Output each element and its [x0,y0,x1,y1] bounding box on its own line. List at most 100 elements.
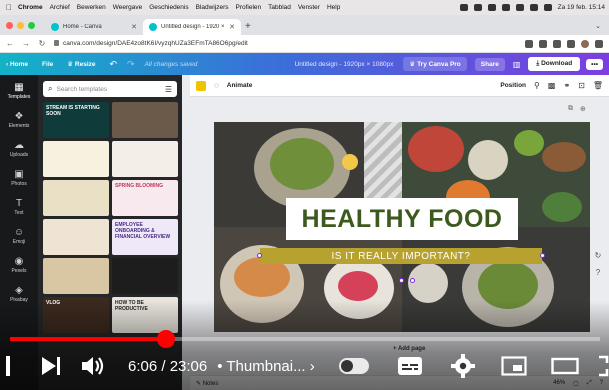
status-icon[interactable] [501,4,510,11]
home-button[interactable]: ‹ Home [6,61,28,68]
download-button[interactable]: ⤓ Download [528,57,581,71]
wifi-icon[interactable] [515,4,524,11]
rotate-handle[interactable] [399,278,404,283]
rail-item-emoji[interactable]: ☺ Emoji [13,226,26,245]
settings-gear-icon[interactable] [450,354,475,378]
filter-icon[interactable]: ☰ [165,85,172,94]
template-thumbnail[interactable]: EMPLOYEE ONBOARDING & FINANCIAL OVERVIEW [112,219,178,255]
subline-textbox[interactable]: IS IT REALLY IMPORTANT? [260,248,542,264]
extension-icon[interactable] [553,39,561,48]
template-thumbnail[interactable]: VLOG [43,297,109,333]
tab-search-chevron-icon[interactable]: ⌄ [595,19,601,35]
menu-venster[interactable]: Venster [298,4,320,11]
duplicate-page-icon[interactable]: ⧉ [568,105,573,113]
template-thumbnail[interactable] [112,102,178,138]
volume-icon[interactable] [80,355,106,377]
move-handle[interactable] [410,278,415,283]
lock-icon[interactable]: ⊡ [578,81,585,90]
template-thumbnail[interactable] [43,141,109,177]
reload-icon[interactable]: ↻ [38,39,46,48]
insights-chart-icon[interactable]: ▥ [513,60,521,69]
close-tab-icon[interactable]: ✕ [131,23,137,31]
status-icon[interactable] [487,4,496,11]
share-page-icon[interactable] [525,39,533,48]
template-thumbnail[interactable] [43,180,109,216]
refresh-icon[interactable]: ↻ [595,251,602,260]
rail-item-text[interactable]: T Text [14,197,23,216]
status-icon[interactable] [473,4,482,11]
design-canvas[interactable]: HEALTHY FOOD IS IT REALLY IMPORTANT? [214,122,590,332]
menu-chrome[interactable]: Chrome [18,4,43,11]
new-tab-icon[interactable]: + [245,19,251,35]
puzzle-icon[interactable] [567,39,575,48]
animate-button[interactable]: Animate [227,82,253,89]
menu-bewerken[interactable]: Bewerken [77,4,106,11]
template-thumbnail[interactable] [112,258,178,294]
share-button[interactable]: Share [474,57,505,71]
spotlight-icon[interactable] [543,4,552,11]
battery-icon[interactable] [529,4,538,11]
previous-icon[interactable] [6,353,20,379]
rail-item-pexels[interactable]: ◉ Pexels [11,255,26,274]
theater-mode-icon[interactable] [551,356,579,376]
template-thumbnail[interactable]: SPRING BLOOMING [112,180,178,216]
video-progress-bar[interactable] [10,330,600,348]
trash-icon[interactable]: 🗑 [593,81,603,90]
menu-geschiedenis[interactable]: Geschiedenis [149,4,188,11]
rail-item-templates[interactable]: ▦ Templates [8,81,31,100]
rail-item-pixabay[interactable]: ◈ Pixabay [10,284,28,303]
position-button[interactable]: Position [500,82,526,89]
forward-arrow-icon[interactable]: → [22,39,30,48]
help-icon[interactable]: ? [596,268,600,277]
template-thumbnail[interactable] [112,141,178,177]
link-icon[interactable]: ⚭ [563,81,570,90]
autoplay-toggle[interactable] [338,358,369,374]
fullscreen-icon[interactable] [597,355,609,377]
back-arrow-icon[interactable]: ← [6,39,14,48]
menu-bladwijzers[interactable]: Bladwijzers [196,4,229,11]
browser-tab-untitled-design[interactable]: Untitled design - 1920 × 1080 ✕ [143,19,241,35]
design-title[interactable]: Untitled design - 1920px × 1080px [295,61,394,68]
menu-profielen[interactable]: Profielen [235,4,261,11]
template-thumbnail[interactable]: STREAM IS STARTING SOON [43,102,109,138]
browser-menu-icon[interactable] [595,39,603,48]
miniplayer-icon[interactable] [501,356,527,376]
status-icon[interactable] [459,4,468,11]
bookmark-star-icon[interactable] [539,39,547,48]
format-paint-icon[interactable]: ⚲ [534,81,540,90]
search-templates-input[interactable]: Search templates [56,86,160,93]
redo-icon[interactable]: ↷ [127,59,135,70]
search-templates-field[interactable]: ⌕ Search templates ☰ [43,81,177,97]
color-swatch[interactable] [196,80,206,91]
rail-item-photos[interactable]: ▣ Photos [11,168,27,187]
close-tab-icon[interactable]: ✕ [229,23,235,31]
resize-button[interactable]: ♛ Resize [67,60,95,68]
menu-tabblad[interactable]: Tabblad [268,4,291,11]
template-thumbnail[interactable]: HOW TO BE PRODUCTIVE [112,297,178,333]
file-menu-button[interactable]: File [42,61,53,68]
subtitles-icon[interactable] [397,356,423,376]
chapter-title-button[interactable]: • Thumbnai... › [217,358,315,375]
menu-help[interactable]: Help [327,4,340,11]
url-field[interactable]: canva.com/design/DAE4zo8tK6I/vyzqhUZa3EF… [54,40,517,47]
headline-textbox[interactable]: HEALTHY FOOD [286,198,518,240]
minimize-window-icon[interactable] [17,21,24,29]
resize-handle[interactable] [540,253,545,258]
menu-weergave[interactable]: Weergave [113,4,143,11]
menu-archief[interactable]: Archief [50,4,70,11]
rail-item-uploads[interactable]: ☁ Uploads [10,139,28,158]
menubar-clock[interactable]: Za 19 feb. 15:14 [558,4,605,11]
template-thumbnail[interactable] [43,219,109,255]
apple-icon[interactable]:  [6,3,12,12]
profile-avatar[interactable] [581,39,589,48]
resize-handle[interactable] [257,253,262,258]
fullscreen-window-icon[interactable] [28,21,35,29]
next-video-icon[interactable] [40,355,62,377]
more-options-button[interactable]: ••• [586,58,603,70]
browser-tab-home-canva[interactable]: Home - Canva ✕ [45,19,143,35]
close-window-icon[interactable] [6,21,13,29]
transparency-icon[interactable]: ▩ [548,81,556,90]
add-page-icon[interactable]: ⊕ [580,105,586,113]
template-thumbnail[interactable] [43,258,109,294]
undo-icon[interactable]: ↶ [110,59,118,70]
